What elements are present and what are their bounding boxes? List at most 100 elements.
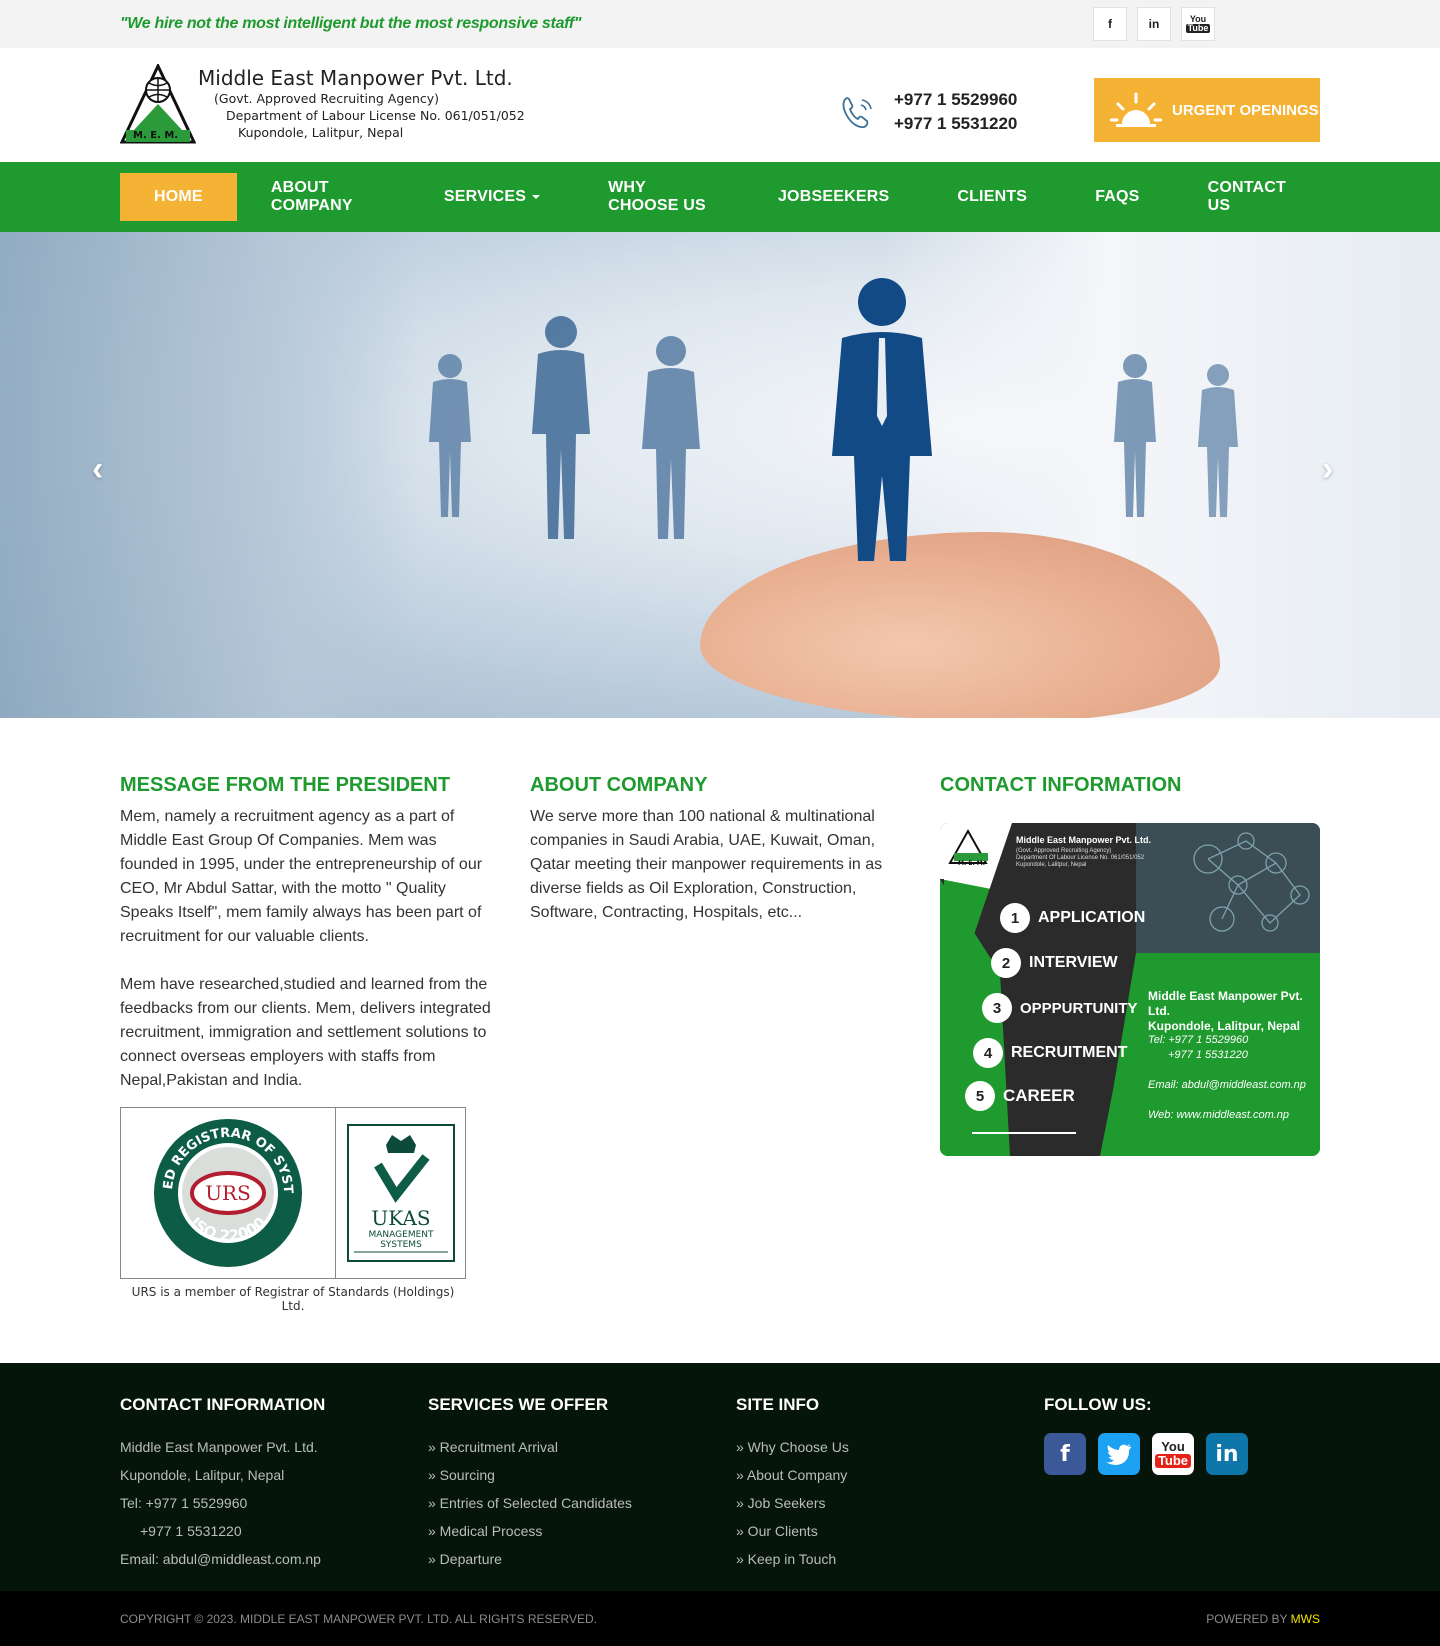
ukas-badge: UKAS MANAGEMENT SYSTEMS 043 bbox=[346, 1124, 455, 1262]
footer-youtube-icon[interactable]: You Tube bbox=[1152, 1433, 1194, 1475]
person-figure-icon bbox=[532, 316, 590, 539]
main-content: MESSAGE FROM THE PRESIDENT Mem, namely a… bbox=[0, 718, 1440, 1363]
copyright-bar: COPYRIGHT © 2023. MIDDLE EAST MANPOWER P… bbox=[0, 1591, 1440, 1646]
card-step: 5 CAREER bbox=[965, 1081, 1075, 1111]
about-paragraph: We serve more than 100 national & multin… bbox=[530, 808, 883, 921]
person-figure-icon bbox=[642, 336, 700, 539]
urs-iso-badge: UNITED REGISTRAR OF SYSTEMS ISO 22000 UR… bbox=[152, 1117, 302, 1267]
card-step: 4 RECRUITMENT bbox=[973, 1038, 1127, 1068]
header-phone-block: +977 1 5529960 +977 1 5531220 bbox=[838, 88, 1017, 136]
nav-faqs[interactable]: FAQs bbox=[1061, 173, 1173, 221]
footer-linkedin-icon[interactable]: in bbox=[1206, 1433, 1248, 1475]
site-footer: CONTACT INFORMATION Middle East Manpower… bbox=[0, 1363, 1440, 1591]
contact-info-card: M. E. M. Middle East Manpower Pvt. Ltd. … bbox=[940, 823, 1320, 1156]
top-bar: "We hire not the most intelligent but th… bbox=[0, 0, 1440, 48]
about-title: ABOUT COMPANY bbox=[530, 774, 708, 796]
card-step: 2 INTERVIEW bbox=[991, 948, 1118, 978]
nav-why-choose-us[interactable]: Why Choose Us bbox=[574, 173, 744, 221]
site-header: M. E. M. Middle East Manpower Pvt. Ltd. … bbox=[0, 48, 1440, 162]
company-logo[interactable]: M. E. M. Middle East Manpower Pvt. Ltd. … bbox=[120, 64, 530, 146]
svg-text:URS: URS bbox=[205, 1181, 251, 1205]
footer-contact-title: CONTACT INFORMATION bbox=[120, 1395, 326, 1414]
footer-contact: CONTACT INFORMATION Middle East Manpower… bbox=[120, 1395, 428, 1573]
svg-text:UKAS: UKAS bbox=[371, 1206, 430, 1230]
youtube-icon: You Tube bbox=[1185, 14, 1211, 33]
footer-service-link[interactable]: » Medical Process bbox=[428, 1517, 736, 1545]
mws-link[interactable]: MWS bbox=[1291, 1612, 1320, 1626]
card-company: Middle East Manpower Pvt. Ltd. Kupondole… bbox=[1148, 989, 1303, 1033]
tagline: "We hire not the most intelligent but th… bbox=[120, 15, 582, 32]
nav-home[interactable]: Home bbox=[120, 173, 237, 221]
nav-contact-us[interactable]: Contact Us bbox=[1174, 173, 1320, 221]
top-social-links: f in You Tube bbox=[1093, 7, 1215, 41]
person-figure-icon bbox=[832, 278, 932, 561]
president-paragraph-2: Mem have researched,studied and learned … bbox=[120, 976, 491, 1089]
linkedin-icon: in bbox=[1148, 17, 1160, 31]
hero-slider: ‹ › bbox=[0, 232, 1440, 718]
logo-line-3: Kupondole, Lalitpur, Nepal bbox=[238, 125, 404, 140]
person-figure-icon bbox=[429, 354, 471, 517]
footer-site-link[interactable]: » About Company bbox=[736, 1461, 1044, 1489]
main-nav: Home About Company Services Why Choose U… bbox=[0, 162, 1440, 232]
svg-text:SYSTEMS: SYSTEMS bbox=[380, 1240, 422, 1250]
copyright-text: COPYRIGHT © 2023. MIDDLE EAST MANPOWER P… bbox=[120, 1611, 597, 1626]
caret-down-icon bbox=[532, 195, 541, 199]
urgent-openings-button[interactable]: URGENT OPENINGS bbox=[1094, 78, 1320, 142]
footer-twitter-icon[interactable] bbox=[1098, 1433, 1140, 1475]
linkedin-link[interactable]: in bbox=[1137, 7, 1171, 41]
contact-title: CONTACT INFORMATION bbox=[940, 774, 1182, 796]
footer-contact-line: +977 1 5531220 bbox=[140, 1523, 242, 1539]
facebook-icon: f bbox=[1108, 17, 1112, 31]
nav-clients[interactable]: Clients bbox=[923, 173, 1061, 221]
sunrise-icon bbox=[1110, 92, 1162, 127]
footer-contact-line: Kupondole, Lalitpur, Nepal bbox=[120, 1467, 285, 1483]
footer-site-link[interactable]: » Keep in Touch bbox=[736, 1545, 1044, 1573]
powered-by: POWERED BY MWS bbox=[1206, 1611, 1320, 1626]
president-paragraph-1: Mem, namely a recruitment agency as a pa… bbox=[120, 808, 483, 945]
phone-number-2: +977 1 5531220 bbox=[894, 114, 1018, 133]
footer-site-link[interactable]: » Job Seekers bbox=[736, 1489, 1044, 1517]
footer-services: SERVICES WE OFFER » Recruitment Arrival … bbox=[428, 1395, 736, 1573]
footer-site-link[interactable]: » Why Choose Us bbox=[736, 1433, 1044, 1461]
footer-contact-line: Email: abdul@middleast.com.np bbox=[120, 1551, 321, 1567]
footer-service-link[interactable]: » Departure bbox=[428, 1545, 736, 1573]
svg-text:MANAGEMENT: MANAGEMENT bbox=[368, 1230, 433, 1240]
twitter-bird-icon bbox=[1106, 1444, 1131, 1465]
logo-line-1: (Govt. Approved Recruiting Agency) bbox=[214, 91, 440, 106]
footer-follow: FOLLOW US: f You Tube in bbox=[1044, 1395, 1314, 1573]
footer-service-link[interactable]: » Recruitment Arrival bbox=[428, 1433, 736, 1461]
slider-next-button[interactable]: › bbox=[1322, 450, 1333, 489]
about-company-section: ABOUT COMPANY We serve more than 100 nat… bbox=[530, 774, 940, 1313]
logo-line-2: Department of Labour License No. 061/051… bbox=[226, 108, 525, 123]
card-step: 1 APPLICATION bbox=[1000, 903, 1145, 933]
card-step: 3 OPPPURTUNITY bbox=[982, 993, 1138, 1023]
footer-facebook-icon[interactable]: f bbox=[1044, 1433, 1086, 1475]
footer-services-title: SERVICES WE OFFER bbox=[428, 1395, 609, 1414]
slider-prev-button[interactable]: ‹ bbox=[92, 450, 103, 489]
logo-company-name: Middle East Manpower Pvt. Ltd. bbox=[198, 66, 513, 90]
nav-services[interactable]: Services bbox=[410, 173, 574, 221]
footer-contact-line: Middle East Manpower Pvt. Ltd. bbox=[120, 1439, 318, 1455]
cert-caption: URS is a member of Registrar of Standard… bbox=[131, 1285, 455, 1313]
card-phones: Tel: +977 1 5529960 +977 1 5531220 bbox=[1148, 1034, 1249, 1061]
phone-number-1: +977 1 5529960 bbox=[894, 90, 1018, 109]
footer-follow-title: FOLLOW US: bbox=[1044, 1395, 1152, 1414]
card-web: Web: www.middleast.com.np bbox=[1148, 1109, 1290, 1121]
facebook-link[interactable]: f bbox=[1093, 7, 1127, 41]
youtube-link[interactable]: You Tube bbox=[1181, 7, 1215, 41]
footer-site-info: SITE INFO » Why Choose Us » About Compan… bbox=[736, 1395, 1044, 1573]
president-title: MESSAGE FROM THE PRESIDENT bbox=[120, 774, 451, 796]
footer-service-link[interactable]: » Entries of Selected Candidates bbox=[428, 1489, 736, 1517]
nav-jobseekers[interactable]: Jobseekers bbox=[744, 173, 923, 221]
certification-badges: UNITED REGISTRAR OF SYSTEMS ISO 22000 UR… bbox=[120, 1107, 466, 1313]
card-email: Email: abdul@middleast.com.np bbox=[1148, 1079, 1306, 1091]
footer-site-link[interactable]: » Our Clients bbox=[736, 1517, 1044, 1545]
footer-service-link[interactable]: » Sourcing bbox=[428, 1461, 736, 1489]
nav-about-company[interactable]: About Company bbox=[237, 173, 410, 221]
card-head-name: Middle East Manpower Pvt. Ltd. bbox=[1016, 835, 1152, 845]
footer-contact-line: Tel: +977 1 5529960 bbox=[120, 1495, 248, 1511]
person-figure-icon bbox=[1114, 354, 1156, 517]
logo-abbr: M. E. M. bbox=[133, 130, 179, 141]
urgent-openings-label: URGENT OPENINGS bbox=[1172, 101, 1319, 119]
footer-site-title: SITE INFO bbox=[736, 1395, 820, 1414]
